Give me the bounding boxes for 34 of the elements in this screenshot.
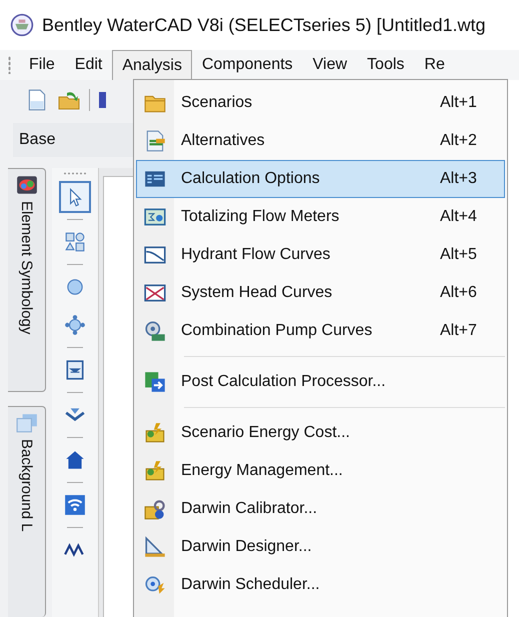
menu-option[interactable]: Combination Pump Curves Alt+7 (136, 312, 505, 350)
menu-option[interactable]: Calculation Options Alt+3 (136, 160, 505, 198)
house-icon (64, 449, 86, 471)
palette-icon (16, 175, 38, 195)
menu-item[interactable]: Tools (357, 50, 414, 80)
menu-option[interactable]: Darwin Designer... (136, 528, 505, 566)
triangle-ruler-icon (143, 535, 167, 559)
menu-item[interactable]: View (302, 50, 358, 80)
menu-item[interactable]: Re (414, 50, 455, 80)
menu-option[interactable]: Energy Management... (136, 452, 505, 490)
menu-item[interactable]: Components (192, 50, 303, 80)
pointer-tool[interactable] (59, 181, 91, 213)
menu-option[interactable]: Darwin Calibrator... (136, 490, 505, 528)
menu-option[interactable]: Darwin Scheduler... (136, 566, 505, 604)
menu-option[interactable]: Totalizing Flow Meters Alt+4 (136, 198, 505, 236)
menu-option[interactable]: Post Calculation Processor... (136, 363, 505, 401)
menu-option[interactable]: Scenarios Alt+1 (136, 84, 505, 122)
menu-item[interactable]: Edit (64, 50, 112, 80)
tank-icon (64, 359, 86, 381)
window-title: Bentley WaterCAD V8i (SELECTseries 5) [Untitled1.wtg (42, 14, 486, 36)
pump-icon (143, 319, 167, 343)
menu-item[interactable]: Analysis (112, 50, 192, 80)
wifi-icon (64, 494, 86, 516)
app-icon (10, 13, 34, 37)
side-tab[interactable]: Element Symbology (8, 168, 46, 392)
layers-icon (16, 413, 38, 433)
shapes-icon (64, 231, 86, 253)
menu-option[interactable]: Scenario Energy Cost... (136, 414, 505, 452)
menu-option[interactable]: Hydrant Flow Curves Alt+5 (136, 236, 505, 274)
node-icon (64, 314, 86, 336)
menu-item[interactable]: File (19, 50, 65, 80)
arrow-box-icon (143, 370, 167, 394)
menu-option[interactable]: System Head Curves Alt+6 (136, 274, 505, 312)
side-tab[interactable]: Background L (8, 406, 46, 617)
